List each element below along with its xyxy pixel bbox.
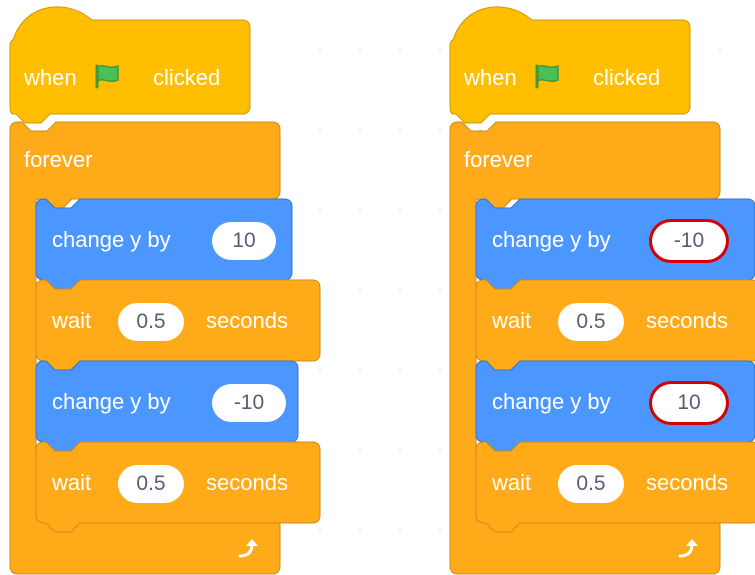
green-flag-icon (535, 64, 559, 89)
grid-dot (359, 129, 361, 131)
change-y-value-input[interactable]: -10 (212, 384, 286, 422)
wait-label: wait (492, 470, 532, 495)
wait-seconds-label: seconds (646, 308, 728, 333)
grid-dot (399, 449, 401, 451)
wait-seconds-label: seconds (646, 470, 728, 495)
grid-dot (359, 289, 361, 291)
change-y-label: change y by (52, 227, 171, 252)
wait-seconds-input[interactable]: 0.5 (118, 303, 184, 341)
wait-label: wait (52, 470, 92, 495)
forever-label: forever (24, 147, 93, 172)
grid-dot (359, 49, 361, 51)
grid-dot (359, 449, 361, 451)
grid-dot (399, 129, 401, 131)
loop-arrow-icon (678, 539, 698, 558)
grid-dot (399, 49, 401, 51)
loop-arrow-icon (238, 539, 258, 558)
grid-dot (399, 209, 401, 211)
wait-label: wait (492, 308, 532, 333)
wait-seconds-input[interactable]: 0.5 (558, 303, 624, 341)
wait-seconds-label: seconds (206, 470, 288, 495)
grid-dot (359, 369, 361, 371)
grid-dot (399, 369, 401, 371)
wait-seconds-input[interactable]: 0.5 (558, 465, 624, 503)
wait-seconds-label: seconds (206, 308, 288, 333)
wait-seconds-input[interactable]: 0.5 (118, 465, 184, 503)
grid-dot (399, 529, 401, 531)
code-workspace[interactable]: when clicked forever change y by 10 wait… (0, 0, 755, 575)
hat-clicked-label: clicked (153, 65, 221, 90)
grid-dot (359, 529, 361, 531)
green-flag-icon (95, 64, 119, 89)
change-y-value-input-highlighted[interactable]: 10 (652, 384, 726, 422)
change-y-label: change y by (492, 227, 611, 252)
change-y-value-input[interactable]: 10 (212, 222, 276, 260)
grid-dot (359, 209, 361, 211)
change-y-value-input-highlighted[interactable]: -10 (652, 222, 726, 260)
forever-label: forever (464, 147, 533, 172)
wait-label: wait (52, 308, 92, 333)
hat-clicked-label: clicked (593, 65, 661, 90)
hat-when-label: when (24, 65, 77, 90)
change-y-label: change y by (52, 389, 171, 414)
hat-when-label: when (464, 65, 517, 90)
grid-dot (399, 289, 401, 291)
change-y-label: change y by (492, 389, 611, 414)
